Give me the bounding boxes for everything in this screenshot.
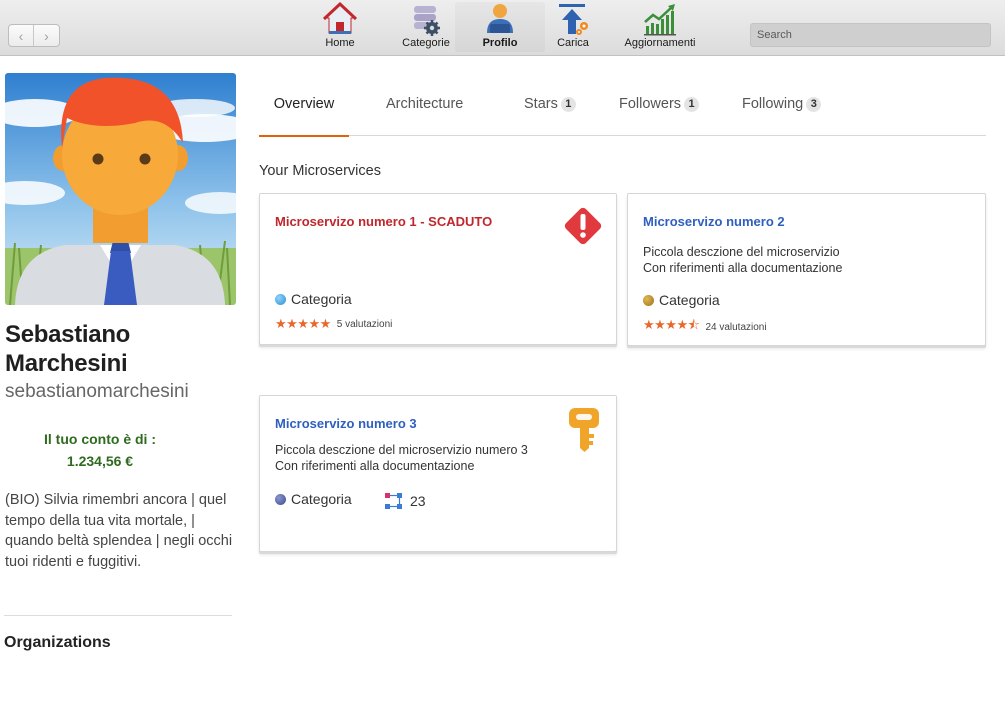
chevron-right-icon: › [44,27,49,44]
key-icon [569,408,599,452]
tab-architecture[interactable]: Architecture [386,84,463,136]
toolbar-upload-button[interactable]: Carica [528,2,618,52]
microservice-description: Piccola desczione del microservizio nume… [275,442,528,474]
updates-chart-icon [644,4,676,36]
forward-button[interactable]: › [34,25,59,46]
category-dot-icon [643,294,654,306]
chevron-left-icon: ‹ [18,27,24,44]
microservice-card[interactable]: Microservizo numero 3 Piccola desczione … [259,395,617,552]
microservice-title[interactable]: Microservizo numero 3 [275,416,417,431]
profile-full-name: Sebastiano Marchesini [5,321,131,377]
microservice-category[interactable]: Categoria [275,291,352,307]
category-label: Categoria [291,291,352,307]
microservices-heading: Your Microservices [259,163,381,179]
warning-diamond-icon [564,207,602,245]
toolbar-home-label: Home [325,37,355,49]
microservice-card[interactable]: Microservizo numero 2 Piccola desczione … [627,193,986,346]
home-icon [322,2,358,34]
window-toolbar: ‹ › Home Categorie Profilo Carica Aggior… [0,0,1005,56]
tab-overview[interactable]: Overview [259,84,349,137]
microservice-category[interactable]: Categoria [643,292,720,308]
category-dot-icon [275,293,286,305]
profile-bio: (BIO) Silvia rimembri ancora | quel temp… [5,492,233,570]
tab-followers-label: Followers [619,96,682,112]
search-input[interactable] [750,23,991,47]
followers-count-badge: 1 [684,97,700,112]
avatar-illustration [5,73,236,305]
sidebar-divider [4,615,232,616]
microservice-category[interactable]: Categoria [275,491,352,507]
tab-stars-label: Stars [524,96,558,112]
tab-stars[interactable]: Stars 1 [524,84,576,136]
profile-username: sebastianomarchesini [5,381,189,402]
category-label: Categoria [291,491,352,507]
microservice-description: Piccola desczione del microservizio Con … [643,244,842,276]
upload-icon [559,4,588,35]
toolbar-home-button[interactable]: Home [295,2,385,52]
tab-following[interactable]: Following 3 [742,84,822,136]
profile-icon [487,4,513,33]
history-nav: ‹ › [8,24,60,47]
nodes-count: 23 [410,493,426,509]
account-balance: Il tuo conto è di : 1.234,56 € [0,428,200,472]
tab-followers[interactable]: Followers 1 [619,84,700,136]
rating-count: 5 valutazioni [336,318,393,330]
balance-label: Il tuo conto è di : [44,431,156,447]
toolbar-updates-label: Aggiornamenti [624,37,696,49]
description-line: Piccola desczione del microservizio nume… [275,443,528,457]
toolbar-upload-label: Carica [557,37,589,49]
microservice-card[interactable]: Microservizo numero 1 - SCADUTO Categori… [259,193,617,345]
category-dot-icon [275,493,286,505]
toolbar-updates-button[interactable]: Aggiornamenti [612,2,708,52]
rating: ★★★★★ 5 valutazioni [275,316,392,332]
rating-count: 24 valutazioni [705,321,767,333]
balance-value: 1.234,56 € [66,453,134,469]
description-line: Piccola desczione del microservizio [643,245,840,259]
rating-stars-icon: ★★★★⯪ [643,317,700,332]
tab-architecture-label: Architecture [386,96,464,112]
microservice-title[interactable]: Microservizo numero 1 - SCADUTO [275,214,492,229]
tab-overview-label: Overview [273,96,335,112]
microservice-title[interactable]: Microservizo numero 2 [643,214,785,229]
back-button[interactable]: ‹ [9,25,35,46]
category-label: Categoria [659,292,720,308]
description-line: Con riferimenti alla documentazione [275,459,475,473]
organizations-heading: Organizations [4,634,111,651]
profile-tabs: Overview Architecture Stars 1 Followers 1 … [259,84,986,137]
rating-stars-icon: ★★★★★ [275,316,331,331]
following-count-badge: 3 [806,97,822,112]
architecture-nodes: 23 [384,491,426,511]
rating: ★★★★⯪ 24 valutazioni [643,316,767,338]
categories-gear-icon [414,6,440,36]
architecture-nodes-icon [385,493,402,509]
avatar [5,73,236,305]
tab-following-label: Following [742,96,804,112]
stars-count-badge: 1 [560,97,576,112]
description-line: Con riferimenti alla documentazione [643,261,843,275]
